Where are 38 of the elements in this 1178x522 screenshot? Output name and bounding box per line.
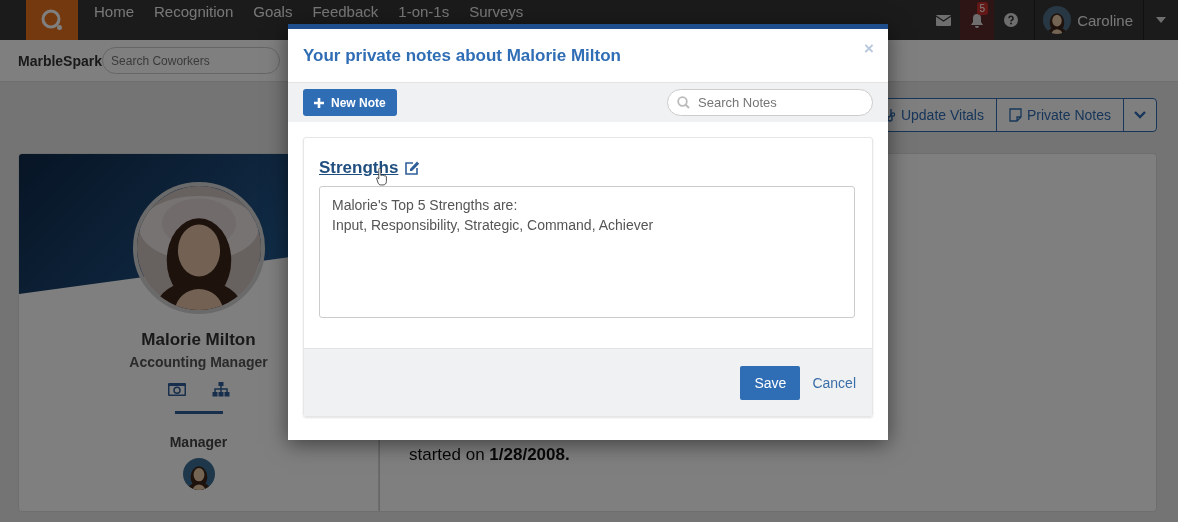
bell-icon — [970, 12, 985, 28]
job-title: Accounting Manager — [129, 354, 268, 370]
company-name: MarbleSpark — [18, 52, 103, 69]
org-chart-icon[interactable] — [211, 382, 230, 397]
new-note-button[interactable]: New Note — [303, 89, 397, 116]
note-title-link[interactable]: Strengths — [319, 158, 399, 178]
start-date-text: started on 1/28/2008. — [409, 445, 571, 465]
help-icon[interactable] — [1004, 13, 1019, 27]
notification-badge: 5 — [976, 2, 989, 15]
nav-link[interactable]: Surveys — [459, 3, 534, 20]
nav-link[interactable]: Recognition — [144, 3, 244, 20]
dropdown-button[interactable] — [1123, 98, 1157, 132]
notifications-button[interactable]: 5 — [960, 0, 995, 40]
nav-link[interactable]: Feedback — [302, 3, 389, 20]
mail-icon[interactable] — [935, 14, 951, 26]
chevron-icon — [1134, 111, 1146, 119]
nav-link[interactable]: Goals — [243, 3, 303, 20]
user-avatar[interactable] — [1043, 6, 1072, 34]
nav-link[interactable]: 1-on-1s — [388, 3, 460, 20]
search-notes-field[interactable]: Search Notes — [667, 89, 873, 116]
note-text-field[interactable]: Malorie's Top 5 Strengths are: Input, Responsibility, Strategic, Command, Achiever — [319, 186, 855, 318]
manager-label: Manager — [169, 434, 228, 450]
caret-icon[interactable] — [1156, 17, 1166, 23]
app-logo[interactable] — [26, 0, 78, 40]
cancel-link[interactable]: Cancel — [812, 374, 856, 391]
note-icon — [1008, 108, 1022, 122]
action-button[interactable]: Private Notes — [995, 98, 1124, 132]
manager-avatar[interactable] — [182, 458, 215, 490]
search-icon — [677, 96, 690, 109]
camera-icon[interactable] — [167, 382, 186, 396]
plus-icon — [314, 97, 324, 108]
save-button[interactable]: Save — [740, 365, 801, 400]
dialog-title: Your private notes about Malorie Milton — [303, 45, 621, 66]
nav-link[interactable]: Home — [84, 3, 144, 20]
search-field[interactable]: Search Coworkers — [102, 47, 281, 74]
profile-name: Malorie Milton — [141, 330, 256, 350]
edit-icon[interactable] — [404, 161, 421, 175]
user-name[interactable]: Caroline — [1077, 11, 1133, 29]
